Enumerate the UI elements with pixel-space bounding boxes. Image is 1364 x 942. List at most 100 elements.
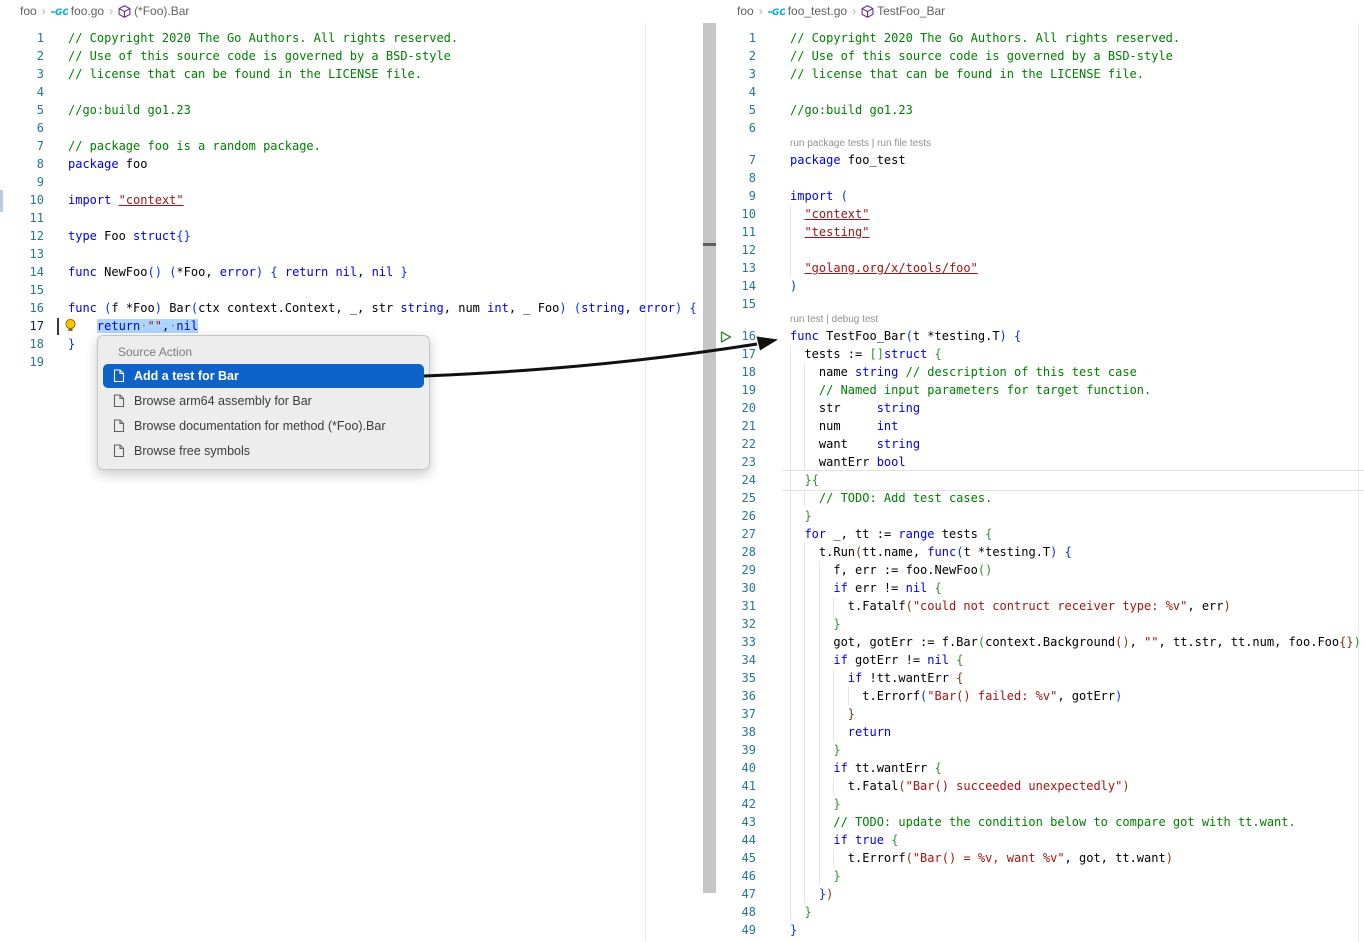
code-line[interactable]: 33 got, gotErr := f.Bar(context.Backgrou… bbox=[716, 633, 1364, 651]
menu-item-add-a-test-for-bar[interactable]: Add a test for Bar bbox=[103, 364, 424, 388]
code-line[interactable]: 41 t.Fatal("Bar() succeeded unexpectedly… bbox=[716, 777, 1364, 795]
breadcrumb-folder[interactable]: foo bbox=[20, 4, 37, 18]
line-number: 15 bbox=[0, 281, 44, 299]
symbol-method-icon bbox=[861, 5, 874, 18]
code-line[interactable]: 38 return bbox=[716, 723, 1364, 741]
line-number: 4 bbox=[716, 83, 756, 101]
line-number: 47 bbox=[716, 885, 756, 903]
code-line[interactable]: 9import ( bbox=[716, 187, 1364, 205]
code-line[interactable]: 18 name string // description of this te… bbox=[716, 363, 1364, 381]
code-line[interactable]: 49} bbox=[716, 921, 1364, 939]
code-line[interactable]: 24 }{ bbox=[716, 471, 1364, 489]
new-file-icon bbox=[113, 419, 125, 433]
code-line[interactable]: 14) bbox=[716, 277, 1364, 295]
code-line[interactable]: 6 bbox=[0, 119, 703, 137]
code-line[interactable]: 10import "context" bbox=[0, 191, 703, 209]
code-line[interactable]: 11 "testing" bbox=[716, 223, 1364, 241]
line-number: 30 bbox=[716, 579, 756, 597]
code-line[interactable]: 15 bbox=[0, 281, 703, 299]
menu-item-browse-free-symbols[interactable]: Browse free symbols bbox=[103, 439, 424, 463]
breadcrumb-symbol[interactable]: TestFoo_Bar bbox=[861, 4, 945, 18]
code-line[interactable]: 13 bbox=[0, 245, 703, 263]
line-number: 36 bbox=[716, 687, 756, 705]
code-line[interactable]: 26 } bbox=[716, 507, 1364, 525]
code-line[interactable]: 28 t.Run(tt.name, func(t *testing.T) { bbox=[716, 543, 1364, 561]
scrollbar-cursor-marker bbox=[703, 243, 716, 246]
chevron-right-icon: › bbox=[759, 4, 763, 18]
line-number: 42 bbox=[716, 795, 756, 813]
code-line[interactable]: 15 bbox=[716, 295, 1364, 313]
code-line[interactable]: 3// license that can be found in the LIC… bbox=[0, 65, 703, 83]
code-line[interactable]: 44 if true { bbox=[716, 831, 1364, 849]
new-file-icon bbox=[113, 369, 125, 383]
codelens-link[interactable]: run test | debug test bbox=[790, 313, 878, 327]
code-line[interactable]: 9 bbox=[0, 173, 703, 191]
code-line[interactable]: 39 } bbox=[716, 741, 1364, 759]
code-line[interactable]: 45 t.Errorf("Bar() = %v, want %v", got, … bbox=[716, 849, 1364, 867]
code-line[interactable]: 30 if err != nil { bbox=[716, 579, 1364, 597]
code-line[interactable]: 20 str string bbox=[716, 399, 1364, 417]
code-line[interactable]: 43 // TODO: update the condition below t… bbox=[716, 813, 1364, 831]
code-line[interactable]: 4 bbox=[0, 83, 703, 101]
code-line[interactable]: 7package foo_test bbox=[716, 151, 1364, 169]
scrollbar[interactable] bbox=[703, 23, 716, 893]
code-line[interactable]: 21 num int bbox=[716, 417, 1364, 435]
code-line[interactable]: 42 } bbox=[716, 795, 1364, 813]
code-line[interactable]: 36 t.Errorf("Bar() failed: %v", gotErr) bbox=[716, 687, 1364, 705]
code-line[interactable]: 5//go:build go1.23 bbox=[716, 101, 1364, 119]
lightbulb-icon[interactable] bbox=[63, 318, 78, 338]
code-line[interactable]: 47 }) bbox=[716, 885, 1364, 903]
line-number: 23 bbox=[716, 453, 756, 471]
code-line[interactable]: 37 } bbox=[716, 705, 1364, 723]
code-line[interactable]: 46 } bbox=[716, 867, 1364, 885]
line-number: 3 bbox=[0, 65, 44, 83]
code-line[interactable]: 11 bbox=[0, 209, 703, 227]
code-line[interactable]: 14func NewFoo() (*Foo, error) { return n… bbox=[0, 263, 703, 281]
line-number: 10 bbox=[716, 205, 756, 223]
code-line[interactable]: 16func (f *Foo) Bar(ctx context.Context,… bbox=[0, 299, 703, 317]
code-line[interactable]: 5//go:build go1.23 bbox=[0, 101, 703, 119]
code-line[interactable]: 17 tests := []struct { bbox=[716, 345, 1364, 363]
breadcrumb-folder[interactable]: foo bbox=[737, 4, 754, 18]
code-line[interactable]: 6 bbox=[716, 119, 1364, 137]
menu-item-browse-arm64-assembly-for-bar[interactable]: Browse arm64 assembly for Bar bbox=[103, 389, 424, 413]
code-line[interactable]: 1// Copyright 2020 The Go Authors. All r… bbox=[716, 29, 1364, 47]
line-number: 40 bbox=[716, 759, 756, 777]
code-line[interactable]: 7// package foo is a random package. bbox=[0, 137, 703, 155]
code-line[interactable]: 8package foo bbox=[0, 155, 703, 173]
codelens-link[interactable]: run package tests | run file tests bbox=[790, 137, 931, 151]
menu-item-browse-documentation-for-method-foo-bar[interactable]: Browse documentation for method (*Foo).B… bbox=[103, 414, 424, 438]
code-line[interactable]: 12type Foo struct{} bbox=[0, 227, 703, 245]
code-line[interactable]: 13 "golang.org/x/tools/foo" bbox=[716, 259, 1364, 277]
code-line[interactable]: 2// Use of this source code is governed … bbox=[0, 47, 703, 65]
code-line[interactable]: 3// license that can be found in the LIC… bbox=[716, 65, 1364, 83]
new-file-icon bbox=[113, 394, 125, 408]
breadcrumb-file[interactable]: GO foo.go bbox=[51, 4, 104, 18]
code-line[interactable]: 29 f, err := foo.NewFoo() bbox=[716, 561, 1364, 579]
code-line[interactable]: 34 if gotErr != nil { bbox=[716, 651, 1364, 669]
code-line[interactable]: 35 if !tt.wantErr { bbox=[716, 669, 1364, 687]
code-line[interactable]: 40 if tt.wantErr { bbox=[716, 759, 1364, 777]
code-line[interactable]: 10 "context" bbox=[716, 205, 1364, 223]
code-line[interactable]: 1// Copyright 2020 The Go Authors. All r… bbox=[0, 29, 703, 47]
code-line[interactable]: 4 bbox=[716, 83, 1364, 101]
line-number: 12 bbox=[716, 241, 756, 259]
code-line[interactable]: 32 } bbox=[716, 615, 1364, 633]
code-line[interactable]: 23 wantErr bool bbox=[716, 453, 1364, 471]
code-line[interactable]: 8 bbox=[716, 169, 1364, 187]
code-line[interactable]: 25 // TODO: Add test cases. bbox=[716, 489, 1364, 507]
line-number: 13 bbox=[716, 259, 756, 277]
breadcrumb-file[interactable]: GO foo_test.go bbox=[768, 4, 847, 18]
code-line[interactable]: 19 // Named input parameters for target … bbox=[716, 381, 1364, 399]
breadcrumb-symbol[interactable]: (*Foo).Bar bbox=[118, 4, 189, 18]
code-line[interactable]: 16func TestFoo_Bar(t *testing.T) { bbox=[716, 327, 1364, 345]
code-line[interactable]: 48 } bbox=[716, 903, 1364, 921]
code-line[interactable]: 22 want string bbox=[716, 435, 1364, 453]
code-line[interactable]: 12 bbox=[716, 241, 1364, 259]
code-line[interactable]: 2// Use of this source code is governed … bbox=[716, 47, 1364, 65]
line-number: 31 bbox=[716, 597, 756, 615]
code-line[interactable]: 17 return·"",·nil bbox=[0, 317, 703, 335]
code-line[interactable]: 31 t.Fatalf("could not contruct receiver… bbox=[716, 597, 1364, 615]
line-number: 44 bbox=[716, 831, 756, 849]
code-line[interactable]: 27 for _, tt := range tests { bbox=[716, 525, 1364, 543]
